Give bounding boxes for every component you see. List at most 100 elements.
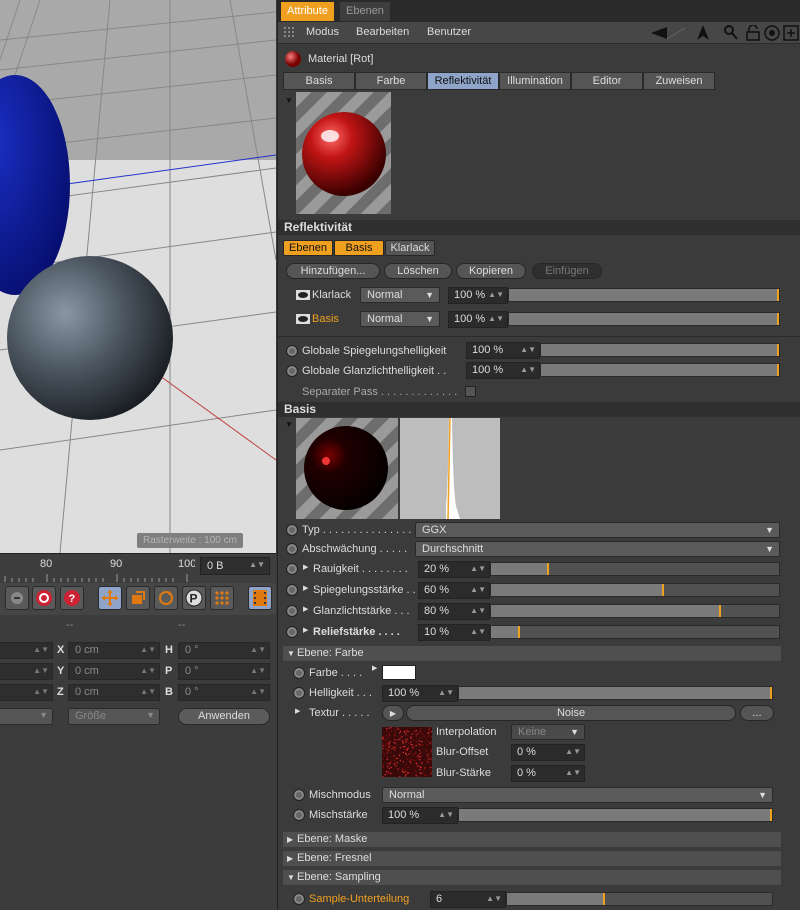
apply-button[interactable]: Anwenden bbox=[178, 708, 270, 725]
key-icon[interactable] bbox=[5, 586, 29, 610]
sample-slider[interactable] bbox=[506, 892, 773, 906]
tab-illumination[interactable]: Illumination bbox=[499, 72, 571, 90]
collapse-arrow-icon[interactable]: ▼ bbox=[285, 96, 293, 105]
position-x-field[interactable]: 0 cm ▲▼ bbox=[68, 642, 160, 659]
param-field[interactable]: 100 % ▲▼ bbox=[466, 342, 540, 359]
tab-reflektivitaet[interactable]: Reflektivität bbox=[427, 72, 499, 90]
layer-strength-field[interactable]: 100 % ▲▼ bbox=[448, 311, 508, 328]
typ-dropdown[interactable]: GGX ▼ bbox=[415, 522, 780, 538]
animate-radio[interactable] bbox=[293, 809, 305, 821]
layer-strength-slider[interactable] bbox=[508, 288, 780, 302]
scale-icon[interactable] bbox=[126, 586, 150, 610]
animate-radio[interactable] bbox=[293, 893, 305, 905]
separate-pass-checkbox[interactable] bbox=[465, 386, 476, 397]
mischstaerke-field[interactable]: 100 % ▲▼ bbox=[382, 807, 458, 824]
layer-name[interactable]: Basis bbox=[312, 313, 339, 325]
layer-strength-slider[interactable] bbox=[508, 312, 780, 326]
group-ebene-sampling[interactable]: ▼ Ebene: Sampling bbox=[283, 870, 781, 885]
animate-radio[interactable] bbox=[293, 687, 305, 699]
cursor-arrow-icon[interactable] bbox=[696, 25, 710, 41]
expand-arrow-icon[interactable]: ▶ bbox=[303, 584, 308, 592]
animate-radio[interactable] bbox=[293, 789, 305, 801]
tab-attribute[interactable]: Attribute bbox=[281, 2, 334, 21]
animate-radio[interactable] bbox=[286, 524, 298, 536]
tab-ebenen[interactable]: Ebenen bbox=[340, 2, 390, 21]
collapse-arrow-icon[interactable]: ▼ bbox=[285, 420, 293, 429]
param-slider[interactable] bbox=[490, 604, 780, 618]
param-field[interactable]: 20 % ▲▼ bbox=[418, 561, 490, 578]
size-mode-dropdown[interactable]: Größe ▼ bbox=[68, 708, 160, 725]
layer-name[interactable]: Klarlack bbox=[312, 289, 351, 301]
coordinate-mode-dropdown[interactable]: ▼ bbox=[0, 708, 53, 725]
expand-arrow-icon[interactable]: ▶ bbox=[372, 664, 377, 672]
size-z-field[interactable]: ▲▼ bbox=[0, 684, 53, 701]
new-panel-icon[interactable] bbox=[783, 25, 799, 41]
interpolation-dropdown[interactable]: Keine ▼ bbox=[511, 724, 585, 740]
eye-icon[interactable] bbox=[296, 314, 310, 324]
3d-viewport[interactable]: Rasterweite : 100 cm bbox=[0, 0, 276, 553]
param-slider[interactable] bbox=[540, 363, 780, 377]
group-ebene-farbe[interactable]: ▼ Ebene: Farbe bbox=[283, 646, 781, 661]
group-ebene-maske[interactable]: ▶ Ebene: Maske bbox=[283, 832, 781, 847]
animate-radio[interactable] bbox=[286, 345, 298, 357]
rotation-b-field[interactable]: 0 ° ▲▼ bbox=[178, 684, 270, 701]
layer-mode-dropdown[interactable]: Normal ▼ bbox=[360, 311, 440, 327]
rotation-p-field[interactable]: 0 ° ▲▼ bbox=[178, 663, 270, 680]
param-field[interactable]: 10 % ▲▼ bbox=[418, 624, 490, 641]
animate-radio[interactable] bbox=[286, 563, 298, 575]
help-icon[interactable]: ? bbox=[60, 586, 84, 610]
layer-tab-klarlack[interactable]: Klarlack bbox=[385, 240, 435, 256]
expand-arrow-icon[interactable]: ▶ bbox=[303, 563, 308, 571]
animate-radio[interactable] bbox=[286, 365, 298, 377]
expand-arrow-icon[interactable]: ▶ bbox=[295, 707, 300, 715]
search-icon[interactable] bbox=[724, 25, 738, 41]
parameter-icon[interactable]: P bbox=[182, 586, 206, 610]
paste-layer-button[interactable]: Einfügen bbox=[532, 263, 602, 279]
color-swatch[interactable] bbox=[382, 665, 416, 680]
blur-staerke-field[interactable]: 0 % ▲▼ bbox=[511, 765, 585, 782]
position-z-field[interactable]: 0 cm ▲▼ bbox=[68, 684, 160, 701]
textur-noise-button[interactable]: Noise bbox=[406, 705, 736, 721]
layer-tab-basis[interactable]: Basis bbox=[334, 240, 384, 256]
target-icon[interactable] bbox=[764, 25, 780, 41]
tab-basis[interactable]: Basis bbox=[283, 72, 355, 90]
mischmodus-dropdown[interactable]: Normal ▼ bbox=[382, 787, 773, 803]
record-icon[interactable] bbox=[32, 586, 56, 610]
textur-more-button[interactable]: ... bbox=[740, 705, 774, 721]
eye-icon[interactable] bbox=[296, 290, 310, 300]
param-slider[interactable] bbox=[490, 583, 780, 597]
param-slider[interactable] bbox=[540, 343, 780, 357]
layer-mode-dropdown[interactable]: Normal ▼ bbox=[360, 287, 440, 303]
lock-icon[interactable] bbox=[746, 25, 760, 41]
size-x-field[interactable]: ▲▼ bbox=[0, 642, 53, 659]
delete-layer-button[interactable]: Löschen bbox=[384, 263, 452, 279]
helligkeit-slider[interactable] bbox=[458, 686, 773, 700]
tab-farbe[interactable]: Farbe bbox=[355, 72, 427, 90]
position-y-field[interactable]: 0 cm ▲▼ bbox=[68, 663, 160, 680]
animate-radio[interactable] bbox=[286, 584, 298, 596]
param-field[interactable]: 100 % ▲▼ bbox=[466, 362, 540, 379]
size-y-field[interactable]: ▲▼ bbox=[0, 663, 53, 680]
expand-arrow-icon[interactable]: ▶ bbox=[303, 626, 308, 634]
mischstaerke-slider[interactable] bbox=[458, 808, 773, 822]
pointlevel-icon[interactable] bbox=[210, 586, 234, 610]
animate-radio[interactable] bbox=[286, 605, 298, 617]
expand-arrow-icon[interactable]: ▶ bbox=[303, 605, 308, 613]
blur-offset-field[interactable]: 0 % ▲▼ bbox=[511, 744, 585, 761]
param-field[interactable]: 80 % ▲▼ bbox=[418, 603, 490, 620]
layer-strength-field[interactable]: 100 % ▲▼ bbox=[448, 287, 508, 304]
add-layer-button[interactable]: Hinzufügen... bbox=[286, 263, 380, 279]
layer-tab-ebenen[interactable]: Ebenen bbox=[283, 240, 333, 256]
copy-layer-button[interactable]: Kopieren bbox=[456, 263, 526, 279]
back-arrow-icon[interactable] bbox=[651, 26, 687, 40]
tab-editor[interactable]: Editor bbox=[571, 72, 643, 90]
animate-radio[interactable] bbox=[286, 543, 298, 555]
menu-benutzer[interactable]: Benutzer bbox=[427, 26, 471, 38]
param-slider[interactable] bbox=[490, 562, 780, 576]
menu-modus[interactable]: Modus bbox=[306, 26, 339, 38]
param-field[interactable]: 60 % ▲▼ bbox=[418, 582, 490, 599]
textur-menu-button[interactable]: ▶ bbox=[382, 705, 404, 721]
rotate-icon[interactable] bbox=[154, 586, 178, 610]
film-icon[interactable] bbox=[248, 586, 272, 610]
tab-zuweisen[interactable]: Zuweisen bbox=[643, 72, 715, 90]
